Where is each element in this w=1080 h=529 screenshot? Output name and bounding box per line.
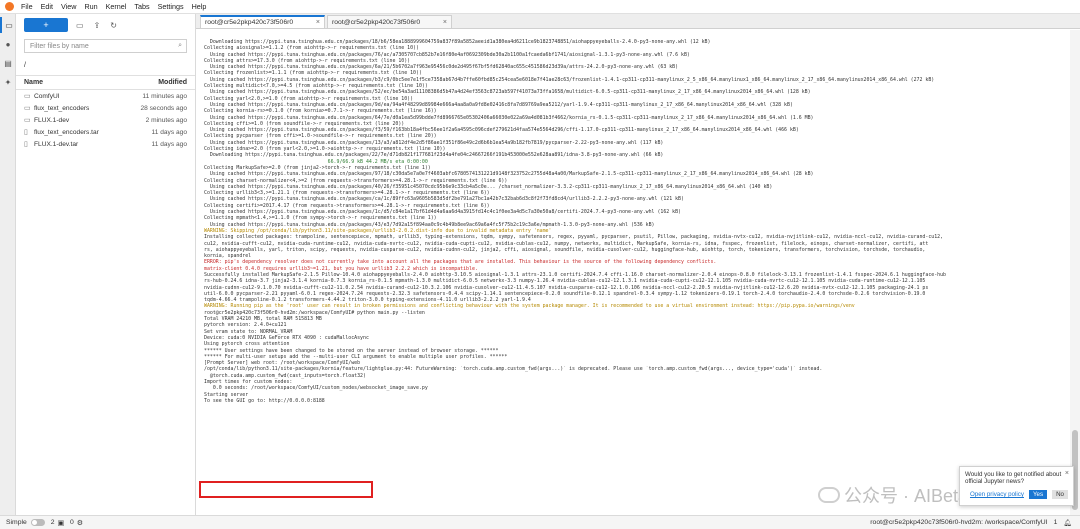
simple-mode-toggle[interactable] <box>30 519 45 526</box>
status-count-1: 2 <box>50 519 55 526</box>
watermark-text: 公众号 · AIBetas <box>844 486 978 506</box>
list-item[interactable]: ▭ ComfyUI 11 minutes ago <box>16 90 195 102</box>
extension-icon[interactable]: ✦ <box>0 74 16 90</box>
no-button[interactable]: No <box>1052 490 1068 499</box>
file-name: flux_text_encoders.tar <box>34 128 99 136</box>
filter-placeholder: Filter files by name <box>30 42 89 50</box>
left-activity-bar: ▭ ● ▤ ✦ <box>0 14 16 515</box>
menu-help[interactable]: Help <box>192 2 207 11</box>
menu-run[interactable]: Run <box>84 2 97 11</box>
file-name: flux_text_encoders <box>34 104 90 112</box>
terminal-scrollbar[interactable] <box>1070 30 1080 515</box>
file-modified: 28 seconds ago <box>140 104 187 112</box>
file-name: FLUX.1-dev.tar <box>34 140 79 148</box>
terminal-path: root@cr5e2pkp420c73f506r0-hvd2m: /worksp… <box>870 519 1048 526</box>
column-modified[interactable]: Modified <box>158 79 187 86</box>
file-icon: ▯ <box>24 129 28 136</box>
list-item[interactable]: ▯ flux_text_encoders.tar 11 days ago <box>16 126 195 138</box>
folder-icon[interactable]: ▭ <box>0 17 16 33</box>
close-icon[interactable]: × <box>443 19 447 26</box>
menu-tabs[interactable]: Tabs <box>134 2 149 11</box>
menu-bar: File Edit View Run Kernel Tabs Settings … <box>0 0 1080 14</box>
terminal-status-icon: ▣ <box>57 519 64 527</box>
column-name[interactable]: Name <box>24 79 158 86</box>
status-count-2: 0 <box>69 519 74 526</box>
new-folder-icon[interactable]: ▭ <box>76 21 84 30</box>
notification-actions: Open privacy policy Yes No <box>965 490 1068 499</box>
watermark: 公众号 · AIBetas <box>818 482 977 508</box>
file-icon: ▯ <box>24 141 28 148</box>
tab-label: root@cr5e2pkp420c73f506r0 <box>332 18 421 26</box>
menu-settings[interactable]: Settings <box>158 2 184 11</box>
folder-icon: ▭ <box>24 105 31 112</box>
close-icon[interactable]: × <box>316 19 320 26</box>
wechat-icon <box>818 487 840 503</box>
folder-icon: ▭ <box>24 117 31 124</box>
list-item[interactable]: ▯ FLUX.1-dev.tar 11 days ago <box>16 138 195 150</box>
list-item[interactable]: ▭ flux_text_encoders 28 seconds ago <box>16 102 195 114</box>
file-modified: 11 minutes ago <box>142 92 187 100</box>
terminal-output[interactable]: Downloading https://pypi.tuna.tsinghua.e… <box>197 30 1070 515</box>
file-browser: + ▭ ⇪ ↻ Filter files by name ⌕ / Name Mo… <box>16 14 196 515</box>
notification-message: Would you like to get notified about off… <box>965 471 1062 485</box>
tab-terminal-2[interactable]: root@cr5e2pkp420c73f506r0 × <box>327 15 452 28</box>
list-item[interactable]: ▭ FLUX.1-dev 2 minutes ago <box>16 114 195 126</box>
folder-icon: ▭ <box>24 93 31 100</box>
menu-view[interactable]: View <box>61 2 76 11</box>
status-right: root@cr5e2pkp420c73f506r0-hvd2m: /worksp… <box>870 519 1072 527</box>
tab-bar: root@cr5e2pkp420c73f506r0 × root@cr5e2pk… <box>196 14 1080 29</box>
menu-kernel[interactable]: Kernel <box>106 2 127 11</box>
privacy-policy-link[interactable]: Open privacy policy <box>970 491 1024 498</box>
terminal-line: To see the GUI go to: http://0.0.0.0:818… <box>204 397 325 404</box>
file-modified: 11 days ago <box>151 140 187 148</box>
running-icon[interactable]: ● <box>0 36 16 52</box>
new-launcher-button[interactable]: + <box>24 18 68 32</box>
terminal-line: Installing collected packages: trampolin… <box>204 234 944 241</box>
close-icon[interactable]: × <box>1065 470 1069 477</box>
page-number: 1 <box>1053 519 1058 526</box>
menu-edit[interactable]: Edit <box>41 2 53 11</box>
commands-icon[interactable]: ▤ <box>0 55 16 71</box>
highlight-box <box>199 481 373 498</box>
file-name: ComfyUI <box>34 92 60 100</box>
file-modified: 2 minutes ago <box>145 116 187 124</box>
file-modified: 11 days ago <box>151 128 187 136</box>
simple-mode-label: Simple <box>6 519 27 526</box>
status-bar: Simple 2 ▣ 0 ⚙ root@cr5e2pkp420c73f506r0… <box>0 515 1080 529</box>
filter-input[interactable]: Filter files by name ⌕ <box>24 39 187 53</box>
upload-icon[interactable]: ⇪ <box>94 21 101 30</box>
file-list-header: Name Modified <box>16 75 195 90</box>
refresh-icon[interactable]: ↻ <box>110 21 117 30</box>
tab-label: root@cr5e2pkp420c73f506r0 <box>205 19 294 26</box>
jupyter-logo-icon <box>5 2 14 11</box>
breadcrumb[interactable]: / <box>16 56 195 75</box>
file-name: FLUX.1-dev <box>34 116 70 124</box>
menu-file[interactable]: File <box>21 2 33 11</box>
search-icon: ⌕ <box>178 42 182 49</box>
tab-terminal-1[interactable]: root@cr5e2pkp420c73f506r0 × <box>200 15 325 28</box>
bell-icon[interactable]: 🔔︎ <box>1063 519 1072 527</box>
kernel-status-icon: ⚙ <box>76 519 83 527</box>
yes-button[interactable]: Yes <box>1028 490 1048 499</box>
file-toolbar: + ▭ ⇪ ↻ <box>16 14 195 36</box>
notification-toast: × Would you like to get notified about o… <box>959 466 1074 506</box>
